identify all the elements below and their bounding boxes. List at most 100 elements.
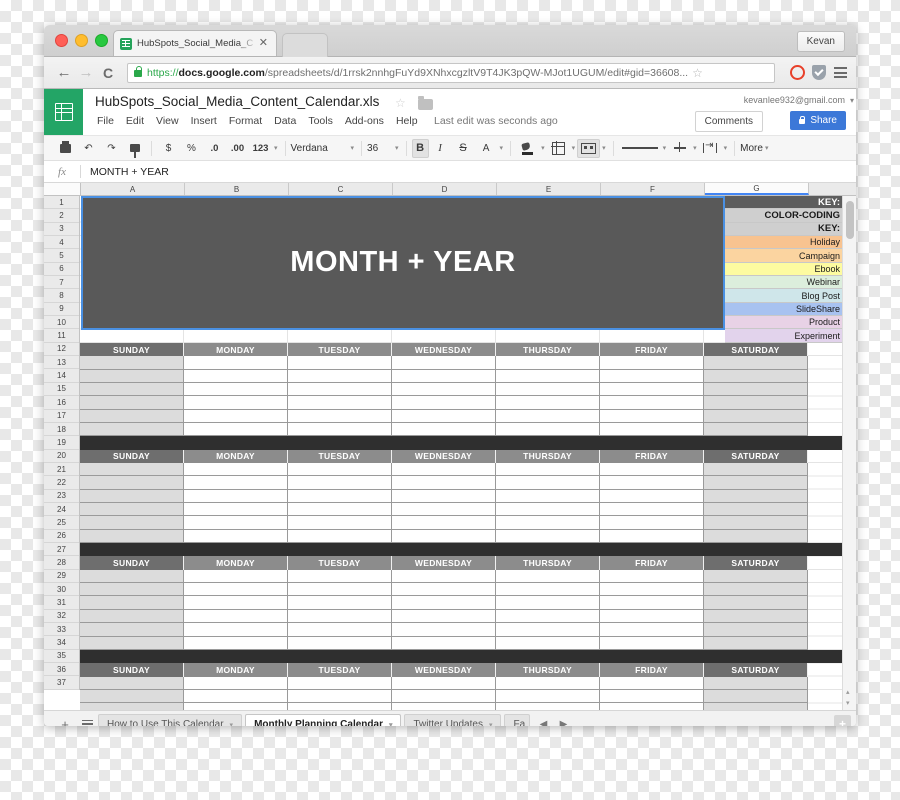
calendar-cell[interactable]	[392, 356, 496, 370]
calendar-cell[interactable]	[600, 356, 704, 370]
next-sheet-icon[interactable]: ▶	[553, 719, 573, 727]
calendar-cell[interactable]	[184, 382, 288, 397]
calendar-cell[interactable]	[496, 636, 600, 650]
calendar-cell[interactable]	[288, 623, 392, 637]
row-header-32[interactable]: 32	[44, 610, 79, 623]
menu-view[interactable]: View	[156, 115, 179, 127]
row-header-36[interactable]: 36	[44, 663, 79, 677]
calendar-cell[interactable]	[600, 503, 704, 517]
row-header-9[interactable]: 9	[44, 303, 79, 317]
row-header-17[interactable]: 17	[44, 410, 79, 423]
calendar-cell[interactable]	[80, 676, 184, 690]
calendar-cell[interactable]	[600, 583, 704, 597]
chevron-down-icon[interactable]: ▾	[230, 721, 234, 727]
bold-button[interactable]: B	[411, 138, 429, 158]
calendar-cell[interactable]	[392, 609, 496, 624]
chevron-down-icon[interactable]: ▾	[274, 144, 278, 152]
calendar-cell[interactable]	[496, 569, 600, 584]
calendar-cell[interactable]	[392, 636, 496, 650]
calendar-cell[interactable]	[392, 583, 496, 597]
row-header-21[interactable]: 21	[44, 463, 79, 477]
calendar-cell[interactable]	[288, 476, 392, 490]
calendar-cell[interactable]	[288, 689, 392, 704]
scroll-up-icon[interactable]: ▴	[846, 688, 850, 696]
browser-menu-icon[interactable]	[834, 65, 847, 81]
row-header-28[interactable]: 28	[44, 556, 79, 570]
calendar-cell[interactable]	[600, 422, 704, 437]
calendar-cell[interactable]	[80, 583, 184, 597]
scrollbar-thumb[interactable]	[845, 201, 854, 239]
vertical-align-button[interactable]	[668, 139, 691, 158]
calendar-cell[interactable]	[496, 623, 600, 637]
day-header-thursday[interactable]: THURSDAY	[496, 449, 600, 463]
day-header-sunday[interactable]: SUNDAY	[80, 449, 184, 463]
calendar-cell[interactable]	[80, 489, 184, 504]
day-header-saturday[interactable]: SATURDAY	[704, 342, 808, 357]
row-header-27[interactable]: 27	[44, 543, 79, 557]
row-header-22[interactable]: 22	[44, 476, 79, 490]
currency-format-button[interactable]: $	[157, 139, 180, 158]
chevron-down-icon[interactable]: ▾	[500, 144, 504, 152]
calendar-cell[interactable]	[496, 356, 600, 370]
row-header-33[interactable]: 33	[44, 623, 79, 637]
row-header-2[interactable]: 2	[44, 209, 79, 223]
chevron-down-icon[interactable]: ▾	[724, 144, 728, 152]
menu-file[interactable]: File	[97, 115, 114, 127]
explore-button[interactable]	[834, 715, 851, 726]
calendar-cell[interactable]	[392, 623, 496, 637]
calendar-cell[interactable]	[288, 516, 392, 530]
calendar-cell[interactable]	[704, 596, 808, 610]
calendar-cell[interactable]	[496, 462, 600, 477]
row-header-8[interactable]: 8	[44, 289, 79, 303]
calendar-cell[interactable]	[80, 516, 184, 530]
calendar-cell[interactable]	[600, 382, 704, 397]
day-header-wednesday[interactable]: WEDNESDAY	[392, 342, 496, 357]
calendar-cell[interactable]	[184, 462, 288, 477]
calendar-cell[interactable]	[600, 462, 704, 477]
calendar-cell[interactable]	[392, 409, 496, 423]
calendar-cell[interactable]	[80, 503, 184, 517]
row-header-14[interactable]: 14	[44, 369, 79, 383]
calendar-cell[interactable]	[496, 422, 600, 437]
calendar-cell[interactable]	[288, 596, 392, 610]
browser-tab[interactable]: HubSpots_Social_Media_C ✕	[113, 30, 277, 56]
day-header-tuesday[interactable]: TUESDAY	[288, 342, 392, 357]
calendar-cell[interactable]	[184, 689, 288, 704]
calendar-cell[interactable]	[600, 529, 704, 544]
calendar-cell[interactable]	[80, 356, 184, 370]
calendar-cell[interactable]	[496, 609, 600, 624]
calendar-cell[interactable]	[184, 609, 288, 624]
calendar-cell[interactable]	[288, 569, 392, 584]
calendar-cell[interactable]	[80, 623, 184, 637]
add-sheet-icon[interactable]: +	[54, 717, 76, 727]
calendar-cell[interactable]	[184, 396, 288, 410]
calendar-cell[interactable]	[704, 503, 808, 517]
day-header-wednesday[interactable]: WEDNESDAY	[392, 556, 496, 570]
calendar-cell[interactable]	[288, 422, 392, 437]
calendar-cell[interactable]	[600, 409, 704, 423]
row-header-4[interactable]: 4	[44, 236, 79, 250]
menu-data[interactable]: Data	[274, 115, 296, 127]
calendar-cell[interactable]	[704, 583, 808, 597]
calendar-cell[interactable]	[80, 636, 184, 650]
opera-extension-icon[interactable]	[790, 65, 805, 80]
chevron-down-icon[interactable]: ▾	[541, 144, 545, 152]
calendar-cell[interactable]	[80, 396, 184, 410]
new-tab-button[interactable]	[282, 33, 328, 57]
day-header-thursday[interactable]: THURSDAY	[496, 556, 600, 570]
row-header-10[interactable]: 10	[44, 316, 79, 330]
calendar-cell[interactable]	[184, 623, 288, 637]
day-header-friday[interactable]: FRIDAY	[600, 449, 704, 463]
row-header-1[interactable]: 1	[44, 196, 79, 210]
calendar-cell[interactable]	[80, 689, 184, 704]
calendar-cell[interactable]	[184, 369, 288, 383]
calendar-cell[interactable]	[704, 569, 808, 584]
calendar-cell[interactable]	[392, 462, 496, 477]
calendar-cell[interactable]	[184, 569, 288, 584]
column-header-e[interactable]: E	[497, 183, 601, 195]
row-header-3[interactable]: 3	[44, 223, 79, 237]
calendar-cell[interactable]	[496, 476, 600, 490]
calendar-cell[interactable]	[288, 676, 392, 690]
paint-format-button[interactable]	[123, 139, 146, 158]
calendar-cell[interactable]	[288, 462, 392, 477]
